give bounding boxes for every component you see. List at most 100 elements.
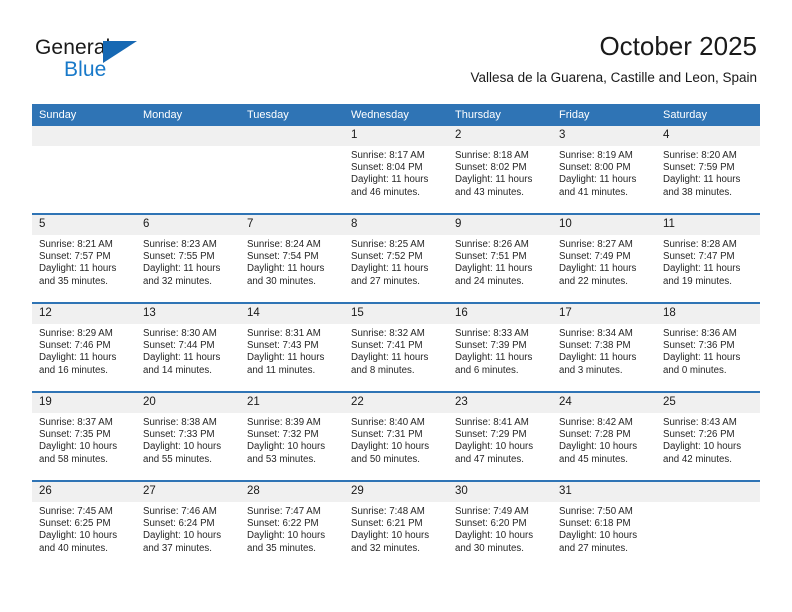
day-details: Sunrise: 8:27 AM Sunset: 7:49 PM Daylight:…: [552, 235, 656, 288]
calendar-day-cell[interactable]: 29 Sunrise: 7:48 AM Sunset: 6:21 PM Dayligh…: [344, 480, 448, 569]
day-sunset-text: Sunset: 6:22 PM: [247, 518, 319, 530]
calendar-day-cell[interactable]: 28 Sunrise: 7:47 AM Sunset: 6:22 PM Dayligh…: [240, 480, 344, 569]
day-sunset-text: Sunset: 7:55 PM: [143, 251, 215, 263]
day-details: [32, 146, 136, 150]
day-sunset-text: Sunset: 6:20 PM: [455, 518, 527, 530]
calendar-day-cell[interactable]: 30 Sunrise: 7:49 AM Sunset: 6:20 PM Dayligh…: [448, 480, 552, 569]
calendar-day-cell[interactable]: 5 Sunrise: 8:21 AM Sunset: 7:57 PM Daylight…: [32, 213, 136, 303]
day-sunrise-text: Sunrise: 8:18 AM: [455, 150, 529, 161]
day-daylight2-text: and 32 minutes.: [351, 542, 420, 554]
calendar-day-cell[interactable]: 8 Sunrise: 8:25 AM Sunset: 7:52 PM Daylight…: [344, 213, 448, 303]
day-sunset-text: Sunset: 8:00 PM: [559, 162, 631, 174]
day-details: Sunrise: 7:48 AM Sunset: 6:21 PM Daylight:…: [344, 502, 448, 555]
day-daylight1-text: Daylight: 10 hours: [455, 441, 534, 453]
day-daylight2-text: and 22 minutes.: [559, 275, 628, 287]
calendar-day-cell[interactable]: 13 Sunrise: 8:30 AM Sunset: 7:44 PM Dayligh…: [136, 302, 240, 392]
calendar-day-cell[interactable]: 20 Sunrise: 8:38 AM Sunset: 7:33 PM Dayligh…: [136, 391, 240, 481]
day-details: Sunrise: 8:28 AM Sunset: 7:47 PM Daylight:…: [656, 235, 760, 288]
day-details: [240, 146, 344, 150]
day-sunrise-text: Sunrise: 8:32 AM: [351, 328, 425, 339]
day-daylight1-text: Daylight: 11 hours: [455, 352, 533, 364]
day-number: 15: [344, 304, 448, 324]
day-sunrise-text: Sunrise: 8:39 AM: [247, 417, 321, 428]
day-sunrise-text: Sunrise: 8:17 AM: [351, 150, 425, 161]
page-title: October 2025: [599, 31, 757, 61]
calendar-week-row: 12 Sunrise: 8:29 AM Sunset: 7:46 PM Dayligh…: [32, 302, 760, 392]
day-daylight2-text: and 45 minutes.: [559, 453, 628, 465]
calendar-day-cell[interactable]: 22 Sunrise: 8:40 AM Sunset: 7:31 PM Dayligh…: [344, 391, 448, 481]
day-number: 18: [656, 304, 760, 324]
day-daylight2-text: and 19 minutes.: [663, 275, 732, 287]
calendar-day-cell[interactable]: 18 Sunrise: 8:36 AM Sunset: 7:36 PM Dayligh…: [656, 302, 760, 392]
calendar-day-cell[interactable]: 14 Sunrise: 8:31 AM Sunset: 7:43 PM Dayligh…: [240, 302, 344, 392]
calendar-day-cell[interactable]: 21 Sunrise: 8:39 AM Sunset: 7:32 PM Dayligh…: [240, 391, 344, 481]
calendar-day-cell[interactable]: 27 Sunrise: 7:46 AM Sunset: 6:24 PM Dayligh…: [136, 480, 240, 569]
day-daylight2-text: and 47 minutes.: [455, 453, 524, 465]
day-daylight1-text: Daylight: 10 hours: [351, 441, 430, 453]
day-daylight1-text: Daylight: 11 hours: [455, 263, 533, 275]
calendar-day-cell[interactable]: 9 Sunrise: 8:26 AM Sunset: 7:51 PM Daylight…: [448, 213, 552, 303]
calendar-day-cell[interactable]: 16 Sunrise: 8:33 AM Sunset: 7:39 PM Dayligh…: [448, 302, 552, 392]
day-number: 11: [656, 215, 760, 235]
day-number: 13: [136, 304, 240, 324]
day-sunrise-text: Sunrise: 8:23 AM: [143, 239, 217, 250]
calendar-week-row: 5 Sunrise: 8:21 AM Sunset: 7:57 PM Daylight…: [32, 213, 760, 303]
day-details: Sunrise: 8:18 AM Sunset: 8:02 PM Daylight:…: [448, 146, 552, 199]
day-daylight1-text: Daylight: 10 hours: [143, 441, 222, 453]
day-sunrise-text: Sunrise: 8:30 AM: [143, 328, 217, 339]
day-sunset-text: Sunset: 6:24 PM: [143, 518, 215, 530]
day-details: Sunrise: 8:33 AM Sunset: 7:39 PM Daylight:…: [448, 324, 552, 377]
day-sunset-text: Sunset: 7:38 PM: [559, 340, 631, 352]
calendar-day-cell[interactable]: 11 Sunrise: 8:28 AM Sunset: 7:47 PM Dayligh…: [656, 213, 760, 303]
calendar-day-cell[interactable]: 15 Sunrise: 8:32 AM Sunset: 7:41 PM Dayligh…: [344, 302, 448, 392]
day-daylight2-text: and 3 minutes.: [559, 364, 623, 376]
brand-logo[interactable]: General Blue: [35, 36, 165, 82]
day-sunset-text: Sunset: 6:21 PM: [351, 518, 423, 530]
location-subtitle: Vallesa de la Guarena, Castille and Leon…: [470, 70, 757, 85]
calendar-day-cell[interactable]: 4 Sunrise: 8:20 AM Sunset: 7:59 PM Daylight…: [656, 126, 760, 214]
calendar-day-cell[interactable]: 31 Sunrise: 7:50 AM Sunset: 6:18 PM Dayligh…: [552, 480, 656, 569]
day-sunrise-text: Sunrise: 8:24 AM: [247, 239, 321, 250]
day-daylight2-text: and 50 minutes.: [351, 453, 420, 465]
day-number: 1: [344, 126, 448, 146]
day-sunrise-text: Sunrise: 7:49 AM: [455, 506, 529, 517]
calendar-day-cell[interactable]: 3 Sunrise: 8:19 AM Sunset: 8:00 PM Daylight…: [552, 126, 656, 214]
day-daylight1-text: Daylight: 10 hours: [143, 530, 222, 542]
calendar-day-cell[interactable]: 24 Sunrise: 8:42 AM Sunset: 7:28 PM Dayligh…: [552, 391, 656, 481]
day-sunset-text: Sunset: 7:26 PM: [663, 429, 735, 441]
day-daylight1-text: Daylight: 10 hours: [351, 530, 430, 542]
weekday-header-monday: Monday: [136, 104, 240, 126]
calendar-day-cell[interactable]: 23 Sunrise: 8:41 AM Sunset: 7:29 PM Dayligh…: [448, 391, 552, 481]
day-daylight1-text: Daylight: 11 hours: [143, 263, 221, 275]
calendar-day-cell[interactable]: 10 Sunrise: 8:27 AM Sunset: 7:49 PM Dayligh…: [552, 213, 656, 303]
calendar-day-cell[interactable]: 2 Sunrise: 8:18 AM Sunset: 8:02 PM Daylight…: [448, 126, 552, 214]
calendar-day-cell[interactable]: 6 Sunrise: 8:23 AM Sunset: 7:55 PM Daylight…: [136, 213, 240, 303]
day-daylight1-text: Daylight: 10 hours: [455, 530, 534, 542]
weekday-header-sunday: Sunday: [32, 104, 136, 126]
day-daylight2-text: and 32 minutes.: [143, 275, 212, 287]
day-details: Sunrise: 8:32 AM Sunset: 7:41 PM Daylight:…: [344, 324, 448, 377]
calendar-day-cell[interactable]: 1 Sunrise: 8:17 AM Sunset: 8:04 PM Daylight…: [344, 126, 448, 214]
calendar-day-cell[interactable]: 25 Sunrise: 8:43 AM Sunset: 7:26 PM Dayligh…: [656, 391, 760, 481]
day-sunset-text: Sunset: 6:25 PM: [39, 518, 111, 530]
calendar-day-cell[interactable]: 7 Sunrise: 8:24 AM Sunset: 7:54 PM Daylight…: [240, 213, 344, 303]
day-daylight1-text: Daylight: 11 hours: [663, 263, 741, 275]
calendar-cell-empty: [656, 480, 760, 569]
day-sunset-text: Sunset: 7:44 PM: [143, 340, 215, 352]
day-sunset-text: Sunset: 7:31 PM: [351, 429, 423, 441]
day-details: Sunrise: 8:41 AM Sunset: 7:29 PM Daylight:…: [448, 413, 552, 466]
day-sunrise-text: Sunrise: 8:20 AM: [663, 150, 737, 161]
calendar-day-cell[interactable]: 19 Sunrise: 8:37 AM Sunset: 7:35 PM Dayligh…: [32, 391, 136, 481]
calendar-day-cell[interactable]: 17 Sunrise: 8:34 AM Sunset: 7:38 PM Dayligh…: [552, 302, 656, 392]
day-daylight1-text: Daylight: 11 hours: [663, 174, 741, 186]
day-details: Sunrise: 8:17 AM Sunset: 8:04 PM Daylight:…: [344, 146, 448, 199]
day-details: Sunrise: 8:38 AM Sunset: 7:33 PM Daylight:…: [136, 413, 240, 466]
day-sunrise-text: Sunrise: 7:45 AM: [39, 506, 113, 517]
calendar-day-cell[interactable]: 26 Sunrise: 7:45 AM Sunset: 6:25 PM Dayligh…: [32, 480, 136, 569]
day-sunrise-text: Sunrise: 8:29 AM: [39, 328, 113, 339]
day-daylight2-text: and 35 minutes.: [39, 275, 108, 287]
brand-name-general: General: [35, 36, 111, 59]
day-sunrise-text: Sunrise: 8:41 AM: [455, 417, 529, 428]
calendar-day-cell[interactable]: 12 Sunrise: 8:29 AM Sunset: 7:46 PM Dayligh…: [32, 302, 136, 392]
calendar-body: 1 Sunrise: 8:17 AM Sunset: 8:04 PM Daylight…: [32, 126, 760, 569]
